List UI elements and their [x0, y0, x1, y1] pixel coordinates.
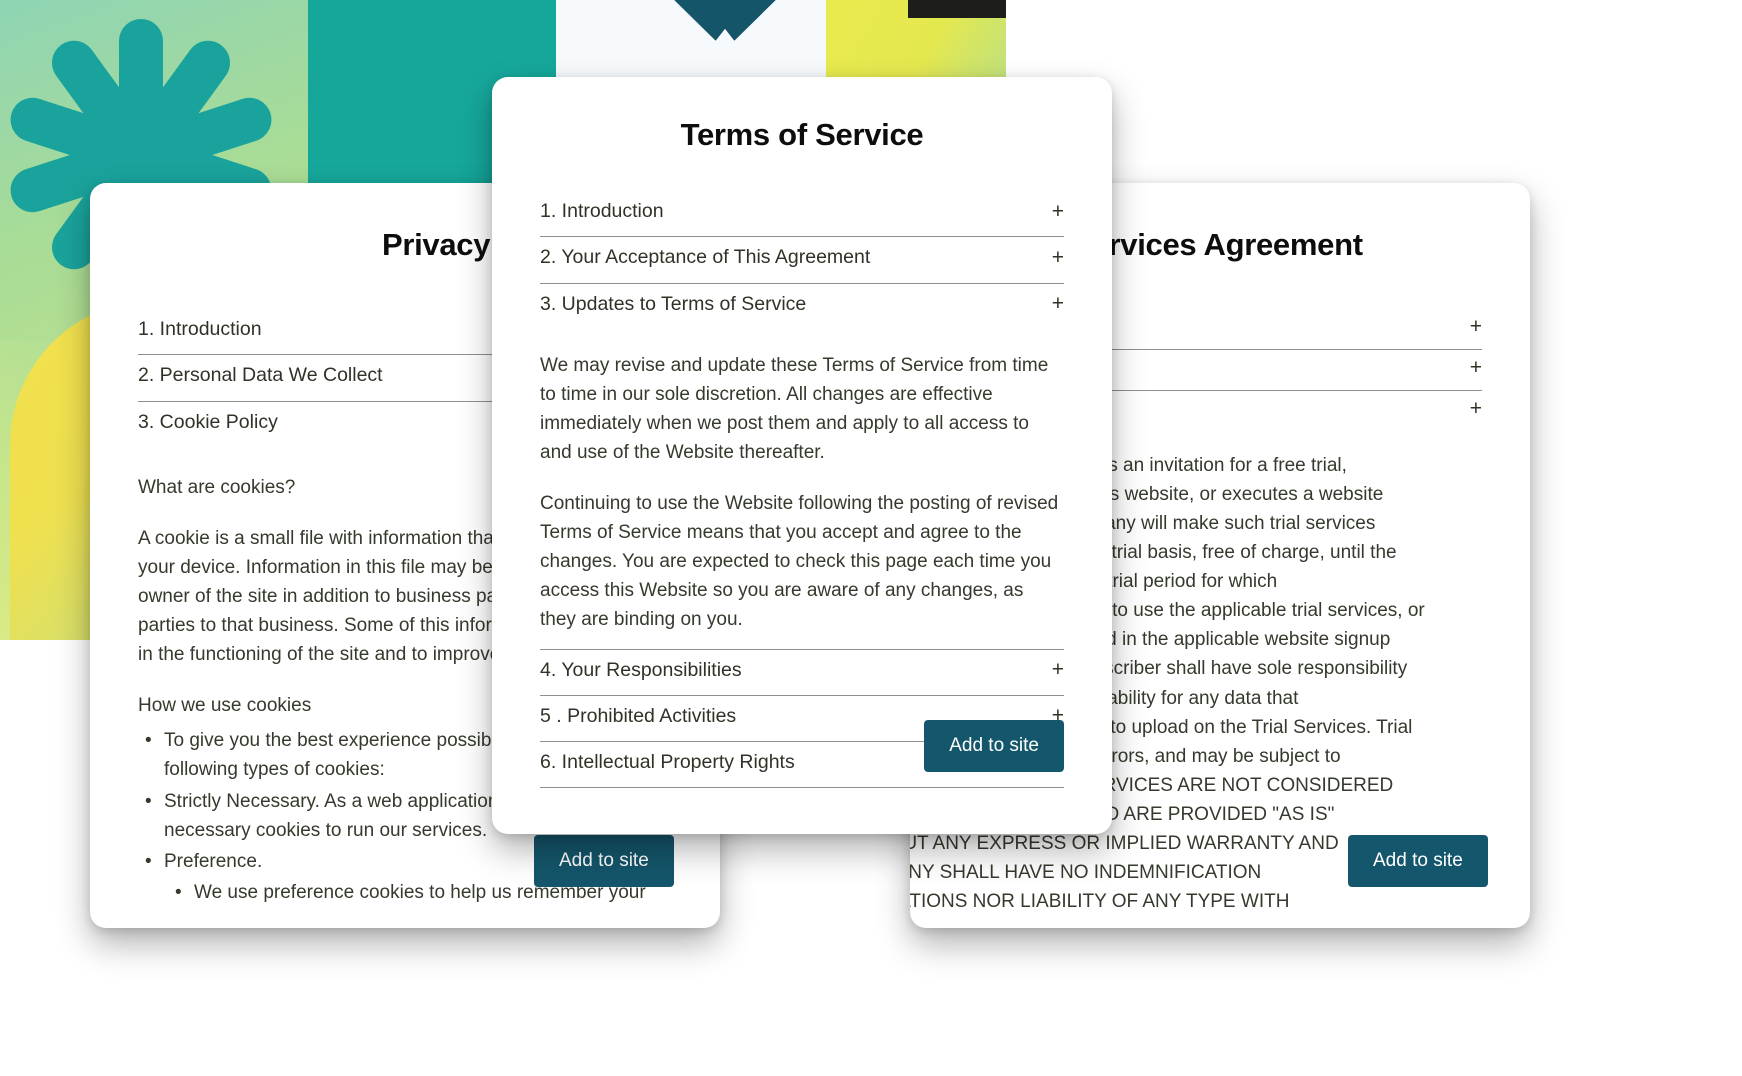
section-row[interactable]: 3. Updates to Terms of Service + [540, 284, 1064, 329]
section-label: 5 . Prohibited Activities [540, 704, 737, 727]
section-row[interactable]: 2. Your Acceptance of This Agreement + [540, 237, 1064, 284]
section-label: 2. Personal Data We Collect [138, 364, 383, 387]
page-title: Terms of Service [680, 117, 924, 152]
section-label: 4. Your Responsibilities [540, 658, 742, 681]
starburst-spike [716, 0, 838, 41]
terms-paragraph: We may revise and update these Terms of … [540, 354, 1049, 464]
add-to-site-button[interactable]: Add to site [534, 835, 674, 887]
plus-icon: + [1469, 356, 1482, 379]
section-label: 1. Introduction [138, 318, 262, 340]
list-item-label: Preference. [164, 850, 263, 872]
plus-icon: + [1051, 199, 1064, 223]
plus-icon: + [1469, 315, 1482, 338]
dark-strip-tile [908, 0, 1006, 18]
section-label: 6. Intellectual Property Rights [540, 751, 795, 774]
terms-paragraph: Continuing to use the Website following … [540, 493, 1059, 631]
terms-of-service-card: Terms of Service 1. Introduction + 2. Yo… [492, 77, 1112, 834]
plus-icon: + [1051, 658, 1064, 682]
section-label: 1. Introduction [540, 200, 664, 222]
section-label: 3. Updates to Terms of Service [540, 292, 807, 315]
section-row[interactable]: 4. Your Responsibilities + [540, 650, 1064, 696]
section-label: 3. Cookie Policy [138, 410, 278, 433]
terms-body-text: We may revise and update these Terms of … [540, 351, 1064, 650]
plus-icon: + [1051, 292, 1064, 316]
plus-icon: + [1469, 397, 1482, 420]
add-to-site-button[interactable]: Add to site [924, 720, 1064, 772]
plus-icon: + [1051, 245, 1064, 269]
subscription-body-line: OBLIGATIONS NOR LIABILITY OF ANY TYPE WI… [910, 890, 1290, 912]
section-label: 2. Your Acceptance of This Agreement [540, 246, 871, 269]
section-row[interactable]: 1. Introduction + [540, 191, 1064, 238]
screenshot-stage: Privacy Policy 1. Introduction 2. Person… [0, 0, 1742, 1076]
add-to-site-button[interactable]: Add to site [1348, 835, 1488, 887]
